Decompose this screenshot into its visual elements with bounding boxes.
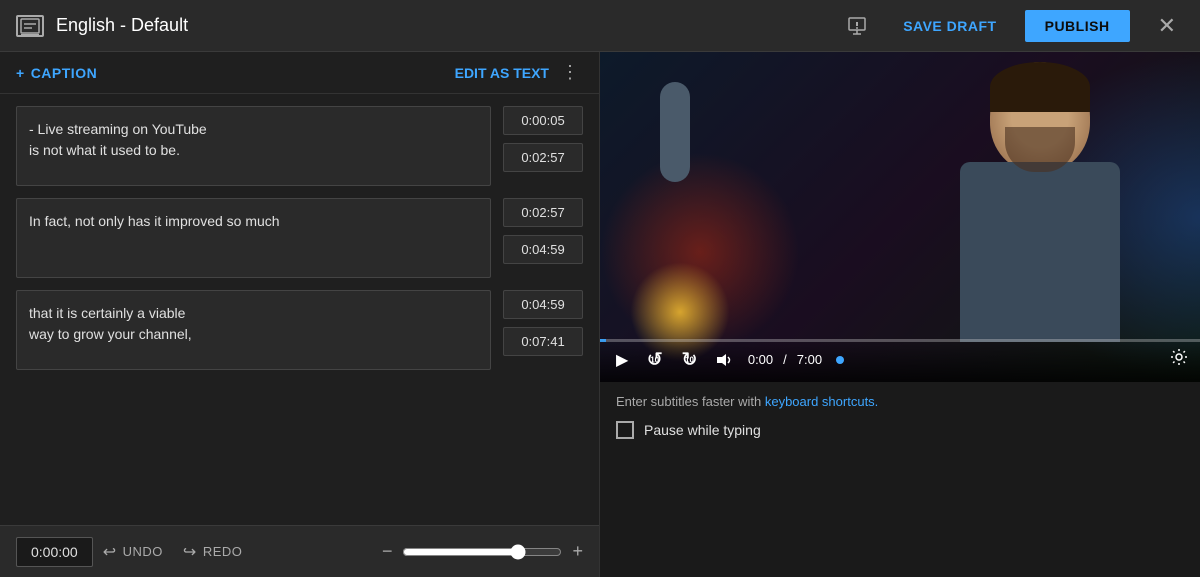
zoom-controls: − +: [382, 541, 583, 562]
redo-label: REDO: [203, 544, 243, 559]
zoom-in-button[interactable]: +: [572, 541, 583, 562]
microphone: [660, 82, 690, 182]
caption-times: 0:00:05 0:02:57: [503, 106, 583, 172]
edit-as-text-button[interactable]: EDIT AS TEXT: [455, 65, 549, 81]
alert-icon[interactable]: [839, 8, 875, 44]
time-separator: /: [783, 352, 787, 367]
person-silhouette: [910, 62, 1170, 362]
subtitle-hint: Enter subtitles faster with keyboard sho…: [600, 382, 1200, 417]
caption-start-time[interactable]: 0:04:59: [503, 290, 583, 319]
captions-area: - Live streaming on YouTube is not what …: [0, 94, 599, 525]
forward-button[interactable]: ↻ 10: [677, 345, 702, 374]
undo-button[interactable]: ↩ UNDO: [93, 536, 173, 568]
video-preview: ▶ ↺ 10 ↻ 10: [600, 52, 1200, 382]
pause-while-typing: Pause while typing: [600, 417, 1200, 443]
plus-icon: +: [16, 65, 25, 81]
rewind-button[interactable]: ↺ 10: [642, 345, 667, 374]
caption-start-time[interactable]: 0:02:57: [503, 198, 583, 227]
header-actions: SAVE DRAFT PUBLISH ✕: [839, 8, 1184, 44]
caption-text-input[interactable]: - Live streaming on YouTube is not what …: [16, 106, 491, 186]
caption-text-input[interactable]: that it is certainly a viable way to gro…: [16, 290, 491, 370]
undo-label: UNDO: [123, 544, 163, 559]
publish-button[interactable]: PUBLISH: [1025, 10, 1130, 42]
play-icon: ▶: [616, 350, 628, 370]
redo-icon: ↪: [183, 542, 197, 562]
page-title: English - Default: [56, 15, 188, 36]
caption-start-time[interactable]: 0:00:05: [503, 106, 583, 135]
pause-checkbox[interactable]: [616, 421, 634, 439]
left-panel: + CAPTION EDIT AS TEXT ⋮ - Live streamin…: [0, 52, 600, 577]
caption-toolbar: + CAPTION EDIT AS TEXT ⋮: [0, 52, 599, 94]
caption-row: that it is certainly a viable way to gro…: [16, 290, 583, 370]
video-container: ▶ ↺ 10 ↻ 10: [600, 52, 1200, 382]
header: English - Default SAVE DRAFT PUBLISH ✕: [0, 0, 1200, 52]
main-content: + CAPTION EDIT AS TEXT ⋮ - Live streamin…: [0, 52, 1200, 577]
caption-text-input[interactable]: In fact, not only has it improved so muc…: [16, 198, 491, 278]
caption-end-time[interactable]: 0:02:57: [503, 143, 583, 172]
caption-times: 0:02:57 0:04:59: [503, 198, 583, 264]
caption-row: In fact, not only has it improved so muc…: [16, 198, 583, 278]
settings-button[interactable]: [1170, 348, 1188, 371]
right-panel: ▶ ↺ 10 ↻ 10: [600, 52, 1200, 577]
header-left: English - Default: [16, 15, 839, 37]
more-options-button[interactable]: ⋮: [557, 62, 583, 83]
caption-row: - Live streaming on YouTube is not what …: [16, 106, 583, 186]
video-total-time: 7:00: [797, 352, 822, 367]
caption-end-time[interactable]: 0:04:59: [503, 235, 583, 264]
video-current-time: 0:00: [748, 352, 773, 367]
zoom-out-button[interactable]: −: [382, 541, 393, 562]
caption-times: 0:04:59 0:07:41: [503, 290, 583, 356]
current-time-display: 0:00:00: [16, 537, 93, 567]
zoom-slider[interactable]: [402, 544, 562, 560]
live-dot: [836, 356, 844, 364]
bottom-bar: 0:00:00 ↩ UNDO ↪ REDO − +: [0, 525, 599, 577]
undo-icon: ↩: [103, 542, 117, 562]
keyboard-shortcuts-link[interactable]: keyboard shortcuts.: [765, 394, 878, 409]
volume-button[interactable]: [712, 351, 738, 369]
save-draft-button[interactable]: SAVE DRAFT: [891, 10, 1008, 42]
add-caption-button[interactable]: + CAPTION: [16, 65, 97, 81]
pause-label: Pause while typing: [644, 422, 761, 438]
play-pause-button[interactable]: ▶: [612, 348, 632, 372]
close-button[interactable]: ✕: [1150, 9, 1184, 43]
redo-button[interactable]: ↪ REDO: [173, 536, 252, 568]
video-controls: ▶ ↺ 10 ↻ 10: [600, 337, 1200, 382]
add-caption-label: CAPTION: [31, 65, 98, 81]
caption-end-time[interactable]: 0:07:41: [503, 327, 583, 356]
hint-text-before: Enter subtitles faster with: [616, 394, 765, 409]
subtitles-icon: [16, 15, 44, 37]
